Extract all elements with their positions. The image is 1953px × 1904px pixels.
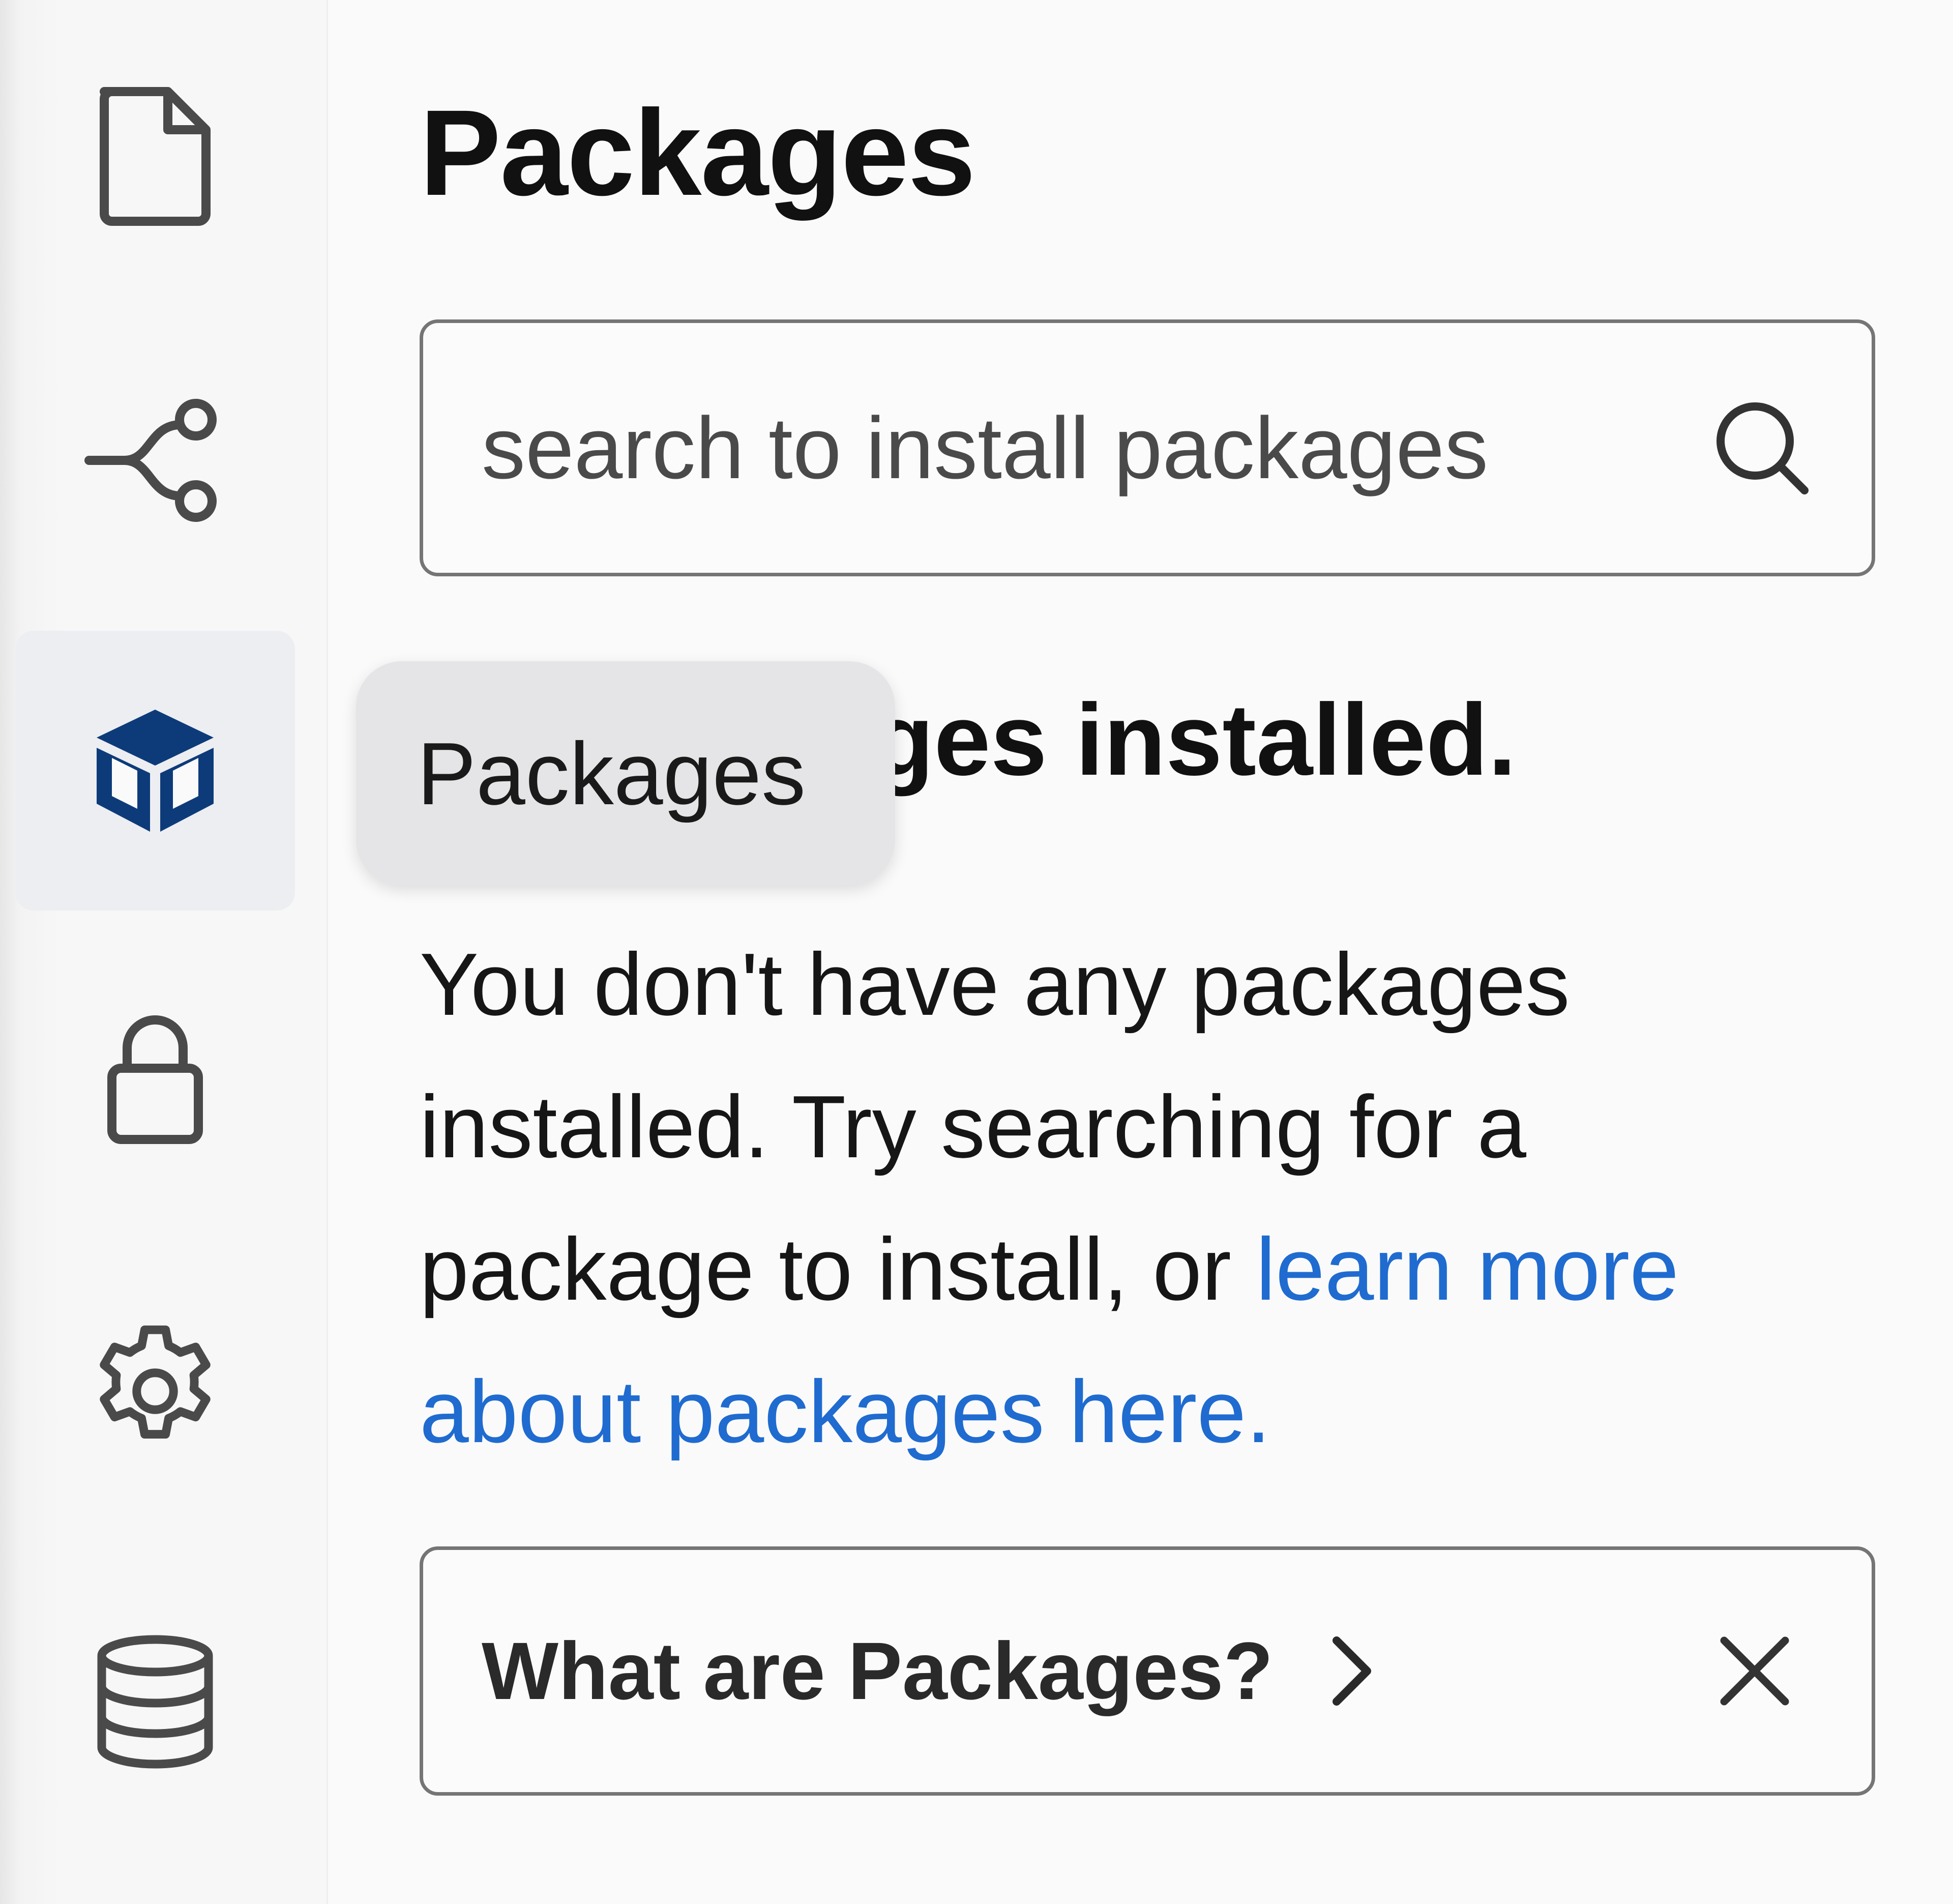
sidebar (0, 0, 328, 1904)
search-input[interactable] (423, 323, 1704, 573)
database-icon (92, 1633, 219, 1770)
search-icon[interactable] (1704, 390, 1821, 507)
info-card: What are Packages? (420, 1546, 1875, 1796)
lock-icon (104, 1012, 206, 1150)
empty-state-description: You don't have any packages installed. T… (420, 913, 1874, 1483)
page-title: Packages (420, 84, 976, 221)
chevron-right-icon (1329, 1633, 1375, 1709)
search-box (420, 319, 1875, 576)
sidebar-item-settings[interactable] (15, 1251, 295, 1531)
close-icon[interactable] (1704, 1620, 1806, 1722)
git-branch-icon (84, 394, 226, 526)
sidebar-item-database[interactable] (15, 1562, 295, 1841)
packages-tooltip: Packages (356, 661, 895, 885)
package-cube-icon (89, 705, 221, 837)
gear-icon (81, 1317, 229, 1465)
what-are-packages-link[interactable]: What are Packages? (423, 1550, 1704, 1792)
sidebar-item-files[interactable] (15, 15, 295, 295)
info-card-label: What are Packages? (482, 1625, 1274, 1716)
sidebar-item-packages[interactable] (15, 631, 295, 911)
file-icon (89, 79, 221, 231)
sidebar-item-git[interactable] (15, 320, 295, 600)
sidebar-item-secrets[interactable] (15, 941, 295, 1221)
